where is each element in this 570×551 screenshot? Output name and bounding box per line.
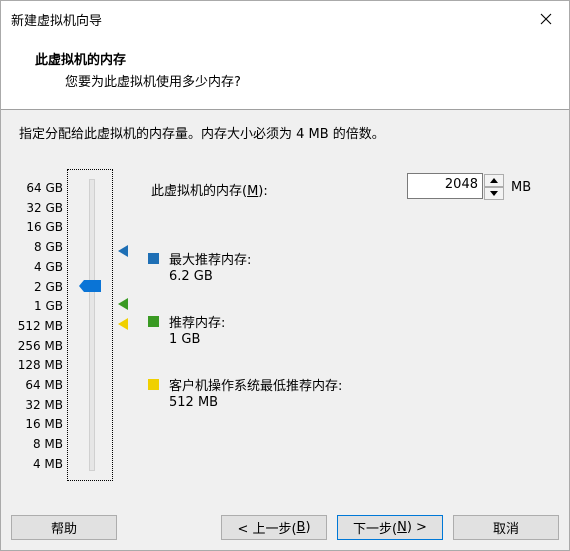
scale-tick-label: 8 MB [32,437,63,452]
max-recommended-marker-icon [118,245,128,257]
next-button[interactable]: 下一步(N) > [337,515,443,540]
instruction-text: 指定分配给此虚拟机的内存量。内存大小必须为 4 MB 的倍数。 [19,127,385,142]
max-recommended-swatch [148,253,159,264]
scale-tick-label: 2 GB [34,279,63,294]
recommended-value: 1 GB [169,332,201,347]
wizard-window: 新建虚拟机向导 此虚拟机的内存 您要为此虚拟机使用多少内存? 指定分配给此虚拟机… [0,0,570,551]
back-button[interactable]: < 上一步(B) [221,515,327,540]
scale-tick-label: 64 MB [25,378,63,392]
close-icon [540,13,552,25]
spin-up-button[interactable] [484,174,504,187]
memory-slider-track[interactable] [89,179,95,471]
scale-tick-label: 1 GB [34,299,63,314]
scale-tick-label: 32 MB [25,397,63,412]
scale-tick-label: 8 GB [34,240,63,255]
scale-tick-label: 64 GB [26,181,63,195]
page-title: 此虚拟机的内存 [35,53,127,68]
memory-unit: MB [511,180,532,195]
scale-tick-label: 4 GB [34,259,63,274]
chevron-down-icon [490,191,498,196]
scale-tick-label: 512 MB [17,318,63,333]
page-subtitle: 您要为此虚拟机使用多少内存? [65,75,241,90]
memory-slider-thumb[interactable] [79,280,101,292]
help-button[interactable]: 帮助 [11,515,117,540]
guest-minimum-swatch [148,379,159,390]
max-recommended-label: 最大推荐内存: [169,253,252,268]
wizard-header: 此虚拟机的内存 您要为此虚拟机使用多少内存? [1,37,569,110]
guest-minimum-marker-icon [118,318,128,330]
memory-label: 此虚拟机的内存(M): [151,184,268,199]
chevron-up-icon [490,178,498,183]
spin-down-button[interactable] [484,187,504,200]
recommended-marker-icon [118,298,128,310]
scale-tick-label: 256 MB [17,338,63,353]
scale-tick-label: 4 MB [32,456,63,471]
title-bar: 新建虚拟机向导 [1,1,569,37]
window-title: 新建虚拟机向导 [11,14,103,29]
button-bar: 帮助 < 上一步(B) 下一步(N) > 取消 [1,497,569,550]
recommended-swatch [148,316,159,327]
memory-input[interactable]: 2048 [407,173,483,199]
max-recommended-value: 6.2 GB [169,269,213,284]
close-button[interactable] [523,1,569,37]
recommended-label: 推荐内存: [169,316,226,331]
cancel-button[interactable]: 取消 [453,515,559,540]
guest-minimum-value: 512 MB [169,395,219,410]
scale-tick-label: 32 GB [26,200,63,215]
scale-tick-label: 128 MB [17,358,63,373]
scale-tick-label: 16 MB [25,417,63,432]
scale-tick-label: 16 GB [26,220,63,235]
guest-minimum-label: 客户机操作系统最低推荐内存: [169,379,343,394]
